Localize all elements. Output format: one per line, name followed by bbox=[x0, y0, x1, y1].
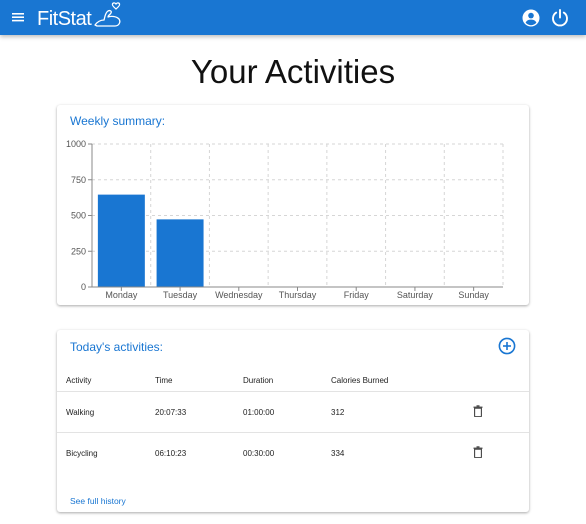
page-title: Your Activities bbox=[190, 53, 396, 90]
trash-icon[interactable] bbox=[473, 446, 483, 459]
menu-icon[interactable] bbox=[10, 9, 26, 25]
activity-calories: 334 bbox=[331, 449, 345, 458]
x-tick-label: Friday bbox=[344, 290, 370, 300]
column-header-activity: Activity bbox=[66, 376, 92, 385]
activity-time: 06:10:23 bbox=[155, 449, 187, 458]
bar-monday[interactable] bbox=[97, 194, 145, 287]
y-tick-label: 500 bbox=[71, 211, 86, 221]
activity-duration: 01:00:00 bbox=[243, 408, 275, 417]
activity-name: Bicycling bbox=[66, 449, 98, 458]
table-row: Walking 20:07:33 01:00:00 312 bbox=[57, 391, 529, 431]
account-circle-icon[interactable] bbox=[521, 8, 541, 28]
activity-name: Walking bbox=[66, 408, 95, 417]
column-header-duration: Duration bbox=[243, 376, 274, 385]
app-logo[interactable]: FitStat bbox=[37, 1, 126, 34]
app-bar: FitStat bbox=[0, 0, 586, 35]
weekly-bar-chart: 0 250 500 750 1000 Monday Tuesday Wednesday Thur… bbox=[66, 139, 504, 300]
column-header-calories: Calories Burned bbox=[331, 376, 389, 385]
trash-icon[interactable] bbox=[473, 405, 483, 418]
add-activity-icon[interactable] bbox=[498, 337, 516, 355]
weekly-summary-card: Weekly summary: 0 250 500 750 1000 Monday Tues… bbox=[57, 105, 529, 305]
y-tick-label: 0 bbox=[81, 282, 86, 292]
x-tick-label: Saturday bbox=[397, 290, 434, 300]
table-row: Bicycling 06:10:23 00:30:00 334 bbox=[57, 432, 529, 472]
activity-time: 20:07:33 bbox=[155, 408, 187, 417]
x-tick-label: Sunday bbox=[458, 290, 489, 300]
activity-calories: 312 bbox=[331, 408, 345, 417]
y-tick-label: 250 bbox=[71, 246, 86, 256]
power-icon[interactable] bbox=[550, 8, 570, 28]
see-full-history-link[interactable]: See full history bbox=[70, 496, 126, 506]
x-tick-label: Monday bbox=[105, 290, 138, 300]
bar-tuesday[interactable] bbox=[156, 219, 204, 287]
activity-duration: 00:30:00 bbox=[243, 449, 275, 458]
y-tick-label: 1000 bbox=[66, 139, 86, 149]
x-tick-label: Wednesday bbox=[215, 290, 263, 300]
x-tick-label: Tuesday bbox=[163, 290, 198, 300]
todays-activities-card: Today's activities: Activity Time Durati… bbox=[57, 330, 529, 512]
column-header-time: Time bbox=[155, 376, 173, 385]
flexed-arm-heart-icon bbox=[92, 1, 126, 34]
x-tick-label: Thursday bbox=[279, 290, 317, 300]
y-tick-label: 750 bbox=[71, 175, 86, 185]
app-name: FitStat bbox=[37, 7, 92, 30]
todays-activities-title: Today's activities: bbox=[70, 340, 163, 354]
